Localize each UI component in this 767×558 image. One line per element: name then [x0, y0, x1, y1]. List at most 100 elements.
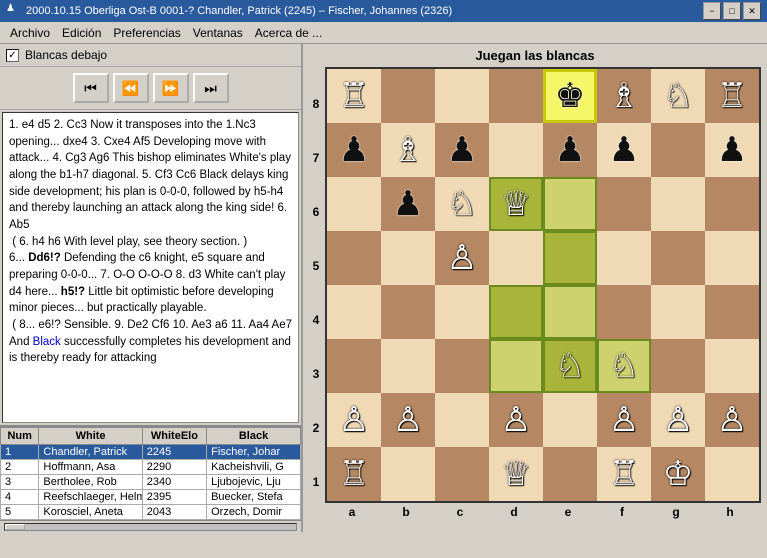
table-row[interactable]: 2Hoffmann, Asa2290Kacheishvili, G [1, 460, 301, 475]
piece-f2: ♙ [609, 403, 639, 437]
chess-square-a1[interactable]: ♖ [327, 447, 381, 501]
chess-square-c7[interactable]: ♟ [435, 123, 489, 177]
chess-square-h1[interactable] [705, 447, 759, 501]
title-bar: ♟ 2000.10.15 Oberliga Ost-B 0001-? Chand… [0, 0, 767, 22]
menu-edicion[interactable]: Edición [56, 24, 107, 42]
chess-square-d8[interactable] [489, 69, 543, 123]
chess-square-b5[interactable] [381, 231, 435, 285]
chess-square-d1[interactable]: ♕ [489, 447, 543, 501]
chess-square-a8[interactable]: ♖ [327, 69, 381, 123]
chess-square-a4[interactable] [327, 285, 381, 339]
chess-square-d6[interactable]: ♕ [489, 177, 543, 231]
menu-ventanas[interactable]: Ventanas [187, 24, 249, 42]
chess-square-d5[interactable] [489, 231, 543, 285]
chess-square-f7[interactable]: ♟ [597, 123, 651, 177]
chess-square-c2[interactable] [435, 393, 489, 447]
chess-square-h6[interactable] [705, 177, 759, 231]
chess-square-a3[interactable] [327, 339, 381, 393]
menu-acerca[interactable]: Acerca de ... [249, 24, 328, 42]
chess-square-b1[interactable] [381, 447, 435, 501]
chess-square-f1[interactable]: ♖ [597, 447, 651, 501]
last-move-button[interactable]: ⏭ [193, 73, 229, 103]
chess-square-g4[interactable] [651, 285, 705, 339]
piece-h7: ♟ [717, 133, 747, 167]
chess-square-b7[interactable]: ♗ [381, 123, 435, 177]
chess-square-h2[interactable]: ♙ [705, 393, 759, 447]
chess-square-b4[interactable] [381, 285, 435, 339]
chess-square-g3[interactable] [651, 339, 705, 393]
chess-square-h4[interactable] [705, 285, 759, 339]
chess-square-c4[interactable] [435, 285, 489, 339]
chess-square-e4[interactable] [543, 285, 597, 339]
chess-square-g8[interactable]: ♘ [651, 69, 705, 123]
minimize-button[interactable]: − [703, 2, 721, 20]
table-row[interactable]: 3Bertholee, Rob2340Ljubojevic, Lju [1, 475, 301, 490]
chess-square-h5[interactable] [705, 231, 759, 285]
chess-square-e7[interactable]: ♟ [543, 123, 597, 177]
rank-labels: 87654321 [309, 77, 323, 509]
right-panel: Juegan las blancas 87654321 ♖♚♗♘♖♟♗♟♟♟♟♟… [303, 44, 767, 532]
chess-square-f2[interactable]: ♙ [597, 393, 651, 447]
chess-square-b3[interactable] [381, 339, 435, 393]
chess-square-d7[interactable] [489, 123, 543, 177]
close-button[interactable]: ✕ [743, 2, 761, 20]
board-title: Juegan las blancas [475, 48, 594, 63]
maximize-button[interactable]: □ [723, 2, 741, 20]
col-num: Num [1, 428, 39, 445]
menu-archivo[interactable]: Archivo [4, 24, 56, 42]
chess-square-e6[interactable] [543, 177, 597, 231]
chess-square-c6[interactable]: ♘ [435, 177, 489, 231]
white-below-checkbox[interactable]: ✓ [6, 49, 19, 62]
white-below-row: ✓ Blancas debajo [0, 44, 301, 67]
chess-square-f3[interactable]: ♘ [597, 339, 651, 393]
horizontal-scrollbar[interactable] [0, 520, 301, 532]
chess-square-d2[interactable]: ♙ [489, 393, 543, 447]
window-title: 2000.10.15 Oberliga Ost-B 0001-? Chandle… [26, 5, 703, 17]
chess-square-a5[interactable] [327, 231, 381, 285]
chess-square-e8[interactable]: ♚ [543, 69, 597, 123]
chess-square-c1[interactable] [435, 447, 489, 501]
main-container: ✓ Blancas debajo ⏮ ⏪ ⏩ ⏭ 1. e4 d5 2. Cc3… [0, 44, 767, 532]
chess-square-b6[interactable]: ♟ [381, 177, 435, 231]
chess-square-h7[interactable]: ♟ [705, 123, 759, 177]
chess-square-a7[interactable]: ♟ [327, 123, 381, 177]
chess-square-e2[interactable] [543, 393, 597, 447]
chess-square-f4[interactable] [597, 285, 651, 339]
table-row[interactable]: 1Chandler, Patrick2245Fischer, Johar [1, 445, 301, 460]
white-below-label: Blancas debajo [25, 48, 107, 62]
chess-square-d3[interactable] [489, 339, 543, 393]
chess-square-h3[interactable] [705, 339, 759, 393]
piece-a2: ♙ [339, 403, 369, 437]
chess-square-g6[interactable] [651, 177, 705, 231]
piece-g2: ♙ [663, 403, 693, 437]
first-move-button[interactable]: ⏮ [73, 73, 109, 103]
chess-square-c3[interactable] [435, 339, 489, 393]
prev-move-button[interactable]: ⏪ [113, 73, 149, 103]
col-whiteelo: WhiteElo [142, 428, 206, 445]
chess-square-g7[interactable] [651, 123, 705, 177]
chess-square-f6[interactable] [597, 177, 651, 231]
chess-square-d4[interactable] [489, 285, 543, 339]
chess-square-a2[interactable]: ♙ [327, 393, 381, 447]
chess-square-e3[interactable]: ♘ [543, 339, 597, 393]
chess-square-b8[interactable] [381, 69, 435, 123]
chess-square-c5[interactable]: ♙ [435, 231, 489, 285]
chess-square-h8[interactable]: ♖ [705, 69, 759, 123]
chess-square-f8[interactable]: ♗ [597, 69, 651, 123]
chess-square-e5[interactable] [543, 231, 597, 285]
table-row[interactable]: 4Reefschlaeger, Helmut2395Buecker, Stefa [1, 490, 301, 505]
chess-square-g2[interactable]: ♙ [651, 393, 705, 447]
chess-square-g5[interactable] [651, 231, 705, 285]
chess-square-a6[interactable] [327, 177, 381, 231]
chess-square-c8[interactable] [435, 69, 489, 123]
table-row[interactable]: 5Korosciel, Aneta2043Orzech, Domir [1, 505, 301, 520]
scrollbar-thumb[interactable] [5, 524, 25, 530]
menu-preferencias[interactable]: Preferencias [107, 24, 186, 42]
piece-h8: ♖ [717, 79, 747, 113]
chess-square-f5[interactable] [597, 231, 651, 285]
chess-square-b2[interactable]: ♙ [381, 393, 435, 447]
next-move-button[interactable]: ⏩ [153, 73, 189, 103]
notation-area[interactable]: 1. e4 d5 2. Cc3 Now it transposes into t… [2, 112, 299, 423]
chess-square-e1[interactable] [543, 447, 597, 501]
chess-square-g1[interactable]: ♔ [651, 447, 705, 501]
